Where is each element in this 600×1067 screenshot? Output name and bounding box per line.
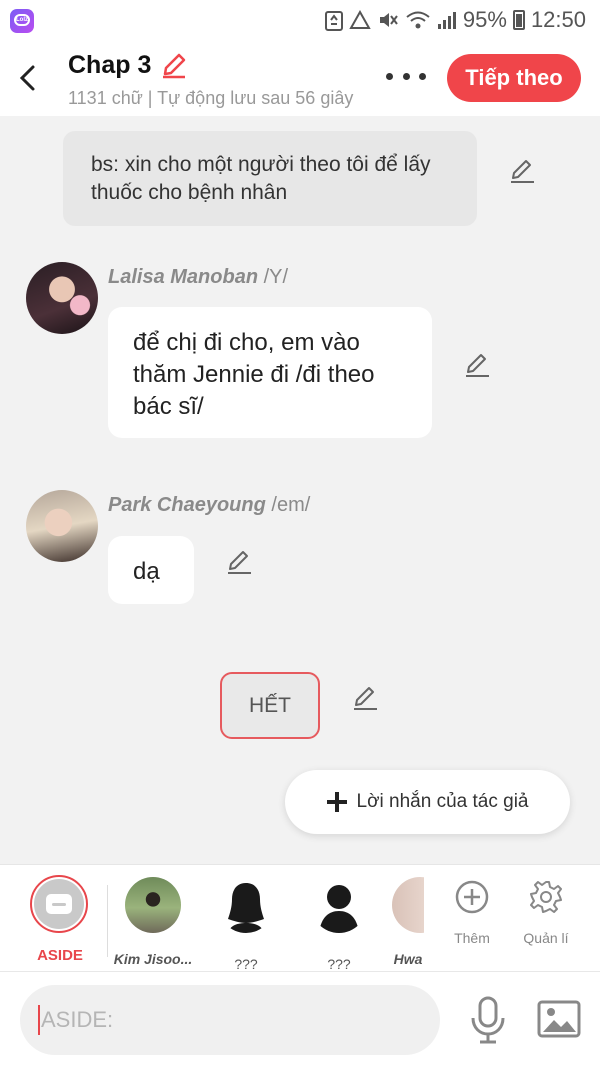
message-bubble-lalisa[interactable]: để chị đi cho, em vào thăm Jennie đi /đi…: [108, 307, 432, 438]
character-name: Lalisa Manoban: [108, 266, 259, 288]
character-item-jisoo[interactable]: Kim Jisoo...: [113, 877, 193, 967]
character-label: Hwa: [393, 951, 423, 967]
character-name: Park Chaeyoung: [108, 494, 266, 516]
status-icons: 95% 12:50: [324, 7, 586, 32]
character-item-unknown-1[interactable]: ???: [206, 877, 286, 972]
edit-icon[interactable]: [463, 351, 491, 379]
gear-icon: [530, 881, 562, 913]
clock: 12:50: [530, 7, 586, 32]
character-name-lalisa: Lalisa Manoban /Y/: [108, 266, 288, 289]
chevron-left-icon: [19, 65, 35, 91]
triangle-icon: [349, 10, 371, 29]
message-input[interactable]: ASIDE:: [20, 985, 440, 1055]
character-avatar: [125, 877, 181, 933]
recycle-icon: [324, 11, 343, 31]
add-character-button[interactable]: Thêm: [442, 879, 502, 946]
back-button[interactable]: [12, 60, 42, 96]
character-item-unknown-2[interactable]: ???: [299, 877, 379, 972]
female-silhouette-icon: [228, 883, 264, 933]
manage-label: Quản lí: [523, 930, 569, 946]
input-bar: ASIDE:: [0, 971, 600, 1067]
character-role: /em/: [271, 494, 311, 516]
character-role: /Y/: [263, 266, 289, 288]
aside-selector[interactable]: ASIDE: [30, 875, 90, 964]
divider: [107, 885, 108, 957]
mute-icon: [379, 13, 398, 27]
author-note-button[interactable]: Lời nhắn của tác giả: [285, 770, 570, 834]
narration-bubble[interactable]: bs: xin cho một người theo tôi để lấy th…: [63, 131, 477, 226]
microphone-icon[interactable]: [468, 996, 508, 1044]
more-options-button[interactable]: [386, 64, 426, 88]
editor-header: Chap 3 1131 chữ | Tự động lưu sau 56 giâ…: [0, 40, 600, 116]
aside-label: ASIDE: [37, 947, 83, 964]
edit-icon[interactable]: [508, 157, 536, 185]
pencil-icon[interactable]: [159, 50, 189, 80]
message-bubble-chaeyoung[interactable]: dạ: [108, 536, 194, 604]
avatar-lalisa[interactable]: [26, 262, 98, 334]
plus-circle-icon: [455, 880, 489, 914]
next-button[interactable]: Tiếp theo: [447, 54, 581, 102]
battery-icon: [512, 10, 525, 30]
avatar-chaeyoung[interactable]: [26, 490, 98, 562]
aside-avatar: [30, 875, 88, 933]
plus-icon: [326, 792, 347, 812]
character-label: ???: [234, 956, 258, 972]
character-avatar: [392, 877, 424, 933]
end-marker[interactable]: HẾT: [220, 672, 320, 739]
battery-percent: 95%: [462, 7, 507, 32]
author-note-label: Lời nhắn của tác giả: [356, 791, 529, 812]
edit-icon[interactable]: [225, 548, 253, 576]
edit-icon[interactable]: [351, 684, 379, 712]
character-label: ???: [327, 956, 351, 972]
note-icon: [46, 894, 72, 914]
male-silhouette-icon: [319, 885, 359, 933]
input-placeholder: ASIDE:: [41, 1007, 114, 1032]
image-icon[interactable]: [537, 1000, 581, 1038]
chapter-title[interactable]: Chap 3: [68, 51, 151, 80]
add-label: Thêm: [454, 930, 490, 946]
character-item-hwa[interactable]: Hwa: [392, 877, 424, 967]
wifi-icon: [406, 11, 430, 29]
character-name-chaeyoung: Park Chaeyoung /em/: [108, 494, 310, 517]
text-caret: [38, 1005, 40, 1035]
signal-icon: [437, 12, 456, 29]
character-label: Kim Jisoo...: [113, 951, 193, 967]
app-icon: Lolz: [10, 9, 34, 33]
character-bar: ASIDE Kim Jisoo... ??? ??? Hwa Thêm Quản…: [0, 864, 600, 972]
title-row: Chap 3: [68, 50, 189, 80]
status-bar: Lolz 95% 12:50: [0, 0, 600, 40]
manage-characters-button[interactable]: Quản lí: [516, 879, 576, 946]
word-count-autosave: 1131 chữ | Tự động lưu sau 56 giây: [68, 88, 354, 108]
